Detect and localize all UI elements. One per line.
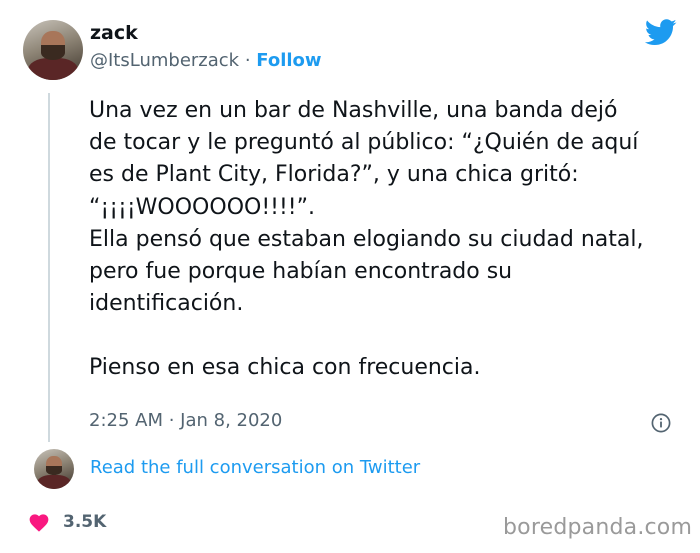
like-count: 3.5K: [63, 512, 107, 532]
separator: ·: [239, 50, 257, 71]
tweet-line: de tocar y le preguntó al público: “¿Qui…: [89, 130, 639, 156]
tweet-line: es de Plant City, Florida?”, y una chica…: [89, 162, 579, 188]
watermark: boredpanda.com: [503, 515, 693, 540]
handle-row: @ItsLumberzack · Follow: [90, 50, 322, 71]
conversation-avatar[interactable]: [34, 449, 74, 489]
avatar-shirt: [27, 58, 79, 80]
user-handle[interactable]: @ItsLumberzack: [90, 50, 239, 71]
avatar[interactable]: [23, 20, 83, 80]
tweet-line: Pienso en esa chica con frecuencia.: [89, 355, 481, 381]
info-icon[interactable]: [651, 413, 671, 433]
avatar-shirt: [37, 474, 71, 489]
tweet-line: Una vez en un bar de Nashville, una band…: [89, 98, 618, 123]
follow-button[interactable]: Follow: [256, 50, 321, 71]
tweet-card: zack @ItsLumberzack · Follow Una vez en …: [0, 0, 700, 553]
twitter-bird-icon[interactable]: [645, 19, 677, 46]
user-name[interactable]: zack: [90, 22, 138, 44]
avatar-beard: [41, 45, 65, 60]
tweet-timestamp[interactable]: 2:25 AM · Jan 8, 2020: [89, 410, 282, 431]
tweet-line: “¡¡¡¡WOOOOOO!!!!”.: [89, 194, 315, 220]
tweet-line: pero fue porque habían encontrado su: [89, 259, 513, 285]
heart-icon[interactable]: [28, 512, 50, 532]
avatar-beard: [46, 465, 62, 476]
thread-line: [48, 93, 50, 442]
tweet-text: Una vez en un bar de Nashville, una band…: [89, 95, 689, 385]
tweet-line: identificación.: [89, 291, 244, 317]
tweet-line: Ella pensó que estaban elogiando su ciud…: [89, 226, 644, 252]
read-conversation-link[interactable]: Read the full conversation on Twitter: [90, 457, 420, 478]
